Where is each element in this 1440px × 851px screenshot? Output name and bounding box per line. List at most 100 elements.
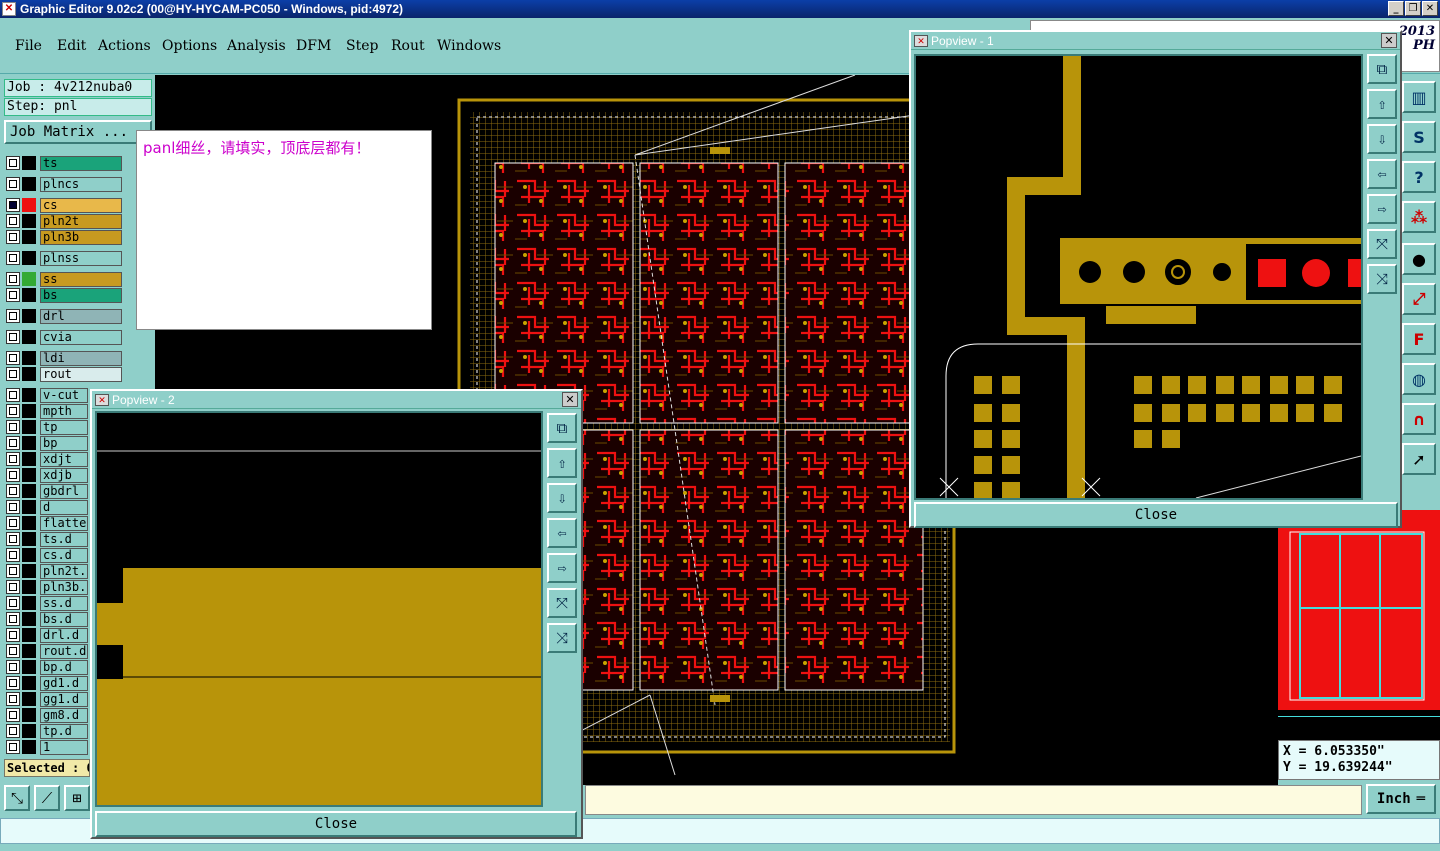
layer-checkbox[interactable] — [6, 351, 20, 365]
pan-right-icon[interactable]: ⇨ — [547, 553, 577, 583]
layer-checkbox[interactable] — [6, 436, 20, 450]
layer-checkbox[interactable] — [6, 288, 20, 302]
menu-edit[interactable]: Edit — [57, 38, 86, 54]
command-input[interactable] — [585, 785, 1362, 815]
menu-analysis[interactable]: Analysis — [227, 38, 286, 54]
pan-down-icon[interactable]: ⇩ — [1367, 124, 1397, 154]
job-matrix-button[interactable]: Job Matrix ... — [4, 120, 152, 144]
layer-row[interactable]: cvia — [6, 329, 122, 345]
layer-row[interactable]: pln3b.d — [6, 579, 88, 595]
layer-row[interactable]: gbdrl — [6, 483, 88, 499]
layer-checkbox[interactable] — [6, 692, 20, 706]
restore-button[interactable]: ❐ — [1405, 1, 1421, 16]
layer-row[interactable]: plnss — [6, 250, 122, 266]
pan-up-icon[interactable]: ⇧ — [1367, 89, 1397, 119]
arc-icon[interactable]: ∩ — [1402, 403, 1436, 435]
zoom-window-icon[interactable]: ⧉ — [1367, 54, 1397, 84]
layer-row[interactable]: tp.d — [6, 723, 88, 739]
layer-checkbox[interactable] — [6, 548, 20, 562]
pan-down-icon[interactable]: ⇩ — [547, 483, 577, 513]
popview-1-close-icon[interactable]: ✕ — [1381, 33, 1397, 48]
pan-left-icon[interactable]: ⇦ — [547, 518, 577, 548]
pan-left-icon[interactable]: ⇦ — [1367, 159, 1397, 189]
zoom-in-icon[interactable]: ⤧ — [1367, 229, 1397, 259]
layer-row[interactable]: mpth — [6, 403, 88, 419]
layer-row[interactable]: d — [6, 499, 88, 515]
layer-row[interactable]: bp.d — [6, 659, 88, 675]
layer-row[interactable]: gd1.d — [6, 675, 88, 691]
menu-options[interactable]: Options — [162, 38, 217, 54]
close-window-button[interactable]: ✕ — [1422, 1, 1438, 16]
layer-checkbox[interactable] — [6, 367, 20, 381]
popview-1-close-button[interactable]: Close — [914, 502, 1398, 528]
layer-checkbox[interactable] — [6, 740, 20, 754]
layer-row[interactable]: pln2t.d — [6, 563, 88, 579]
layer-row[interactable]: bs.d — [6, 611, 88, 627]
menu-actions[interactable]: Actions — [98, 38, 151, 54]
layer-row[interactable]: bs — [6, 287, 122, 303]
minimap[interactable] — [1278, 510, 1440, 740]
minimize-button[interactable]: _ — [1388, 1, 1404, 16]
layer-row[interactable]: plncs — [6, 176, 122, 192]
layer-checkbox[interactable] — [6, 724, 20, 738]
layer-checkbox[interactable] — [6, 660, 20, 674]
layer-row[interactable]: ts.d — [6, 531, 88, 547]
menu-dfm[interactable]: DFM — [296, 38, 331, 54]
layer-row[interactable]: xdjt — [6, 451, 88, 467]
layer-checkbox[interactable] — [6, 330, 20, 344]
layer-checkbox[interactable] — [6, 420, 20, 434]
layer-row[interactable]: gm8.d — [6, 707, 88, 723]
popview-1-canvas[interactable] — [914, 54, 1363, 500]
layer-row[interactable]: pln3b — [6, 229, 122, 245]
layer-checkbox[interactable] — [6, 198, 20, 212]
layer-checkbox[interactable] — [6, 564, 20, 578]
layer-row[interactable]: v-cut — [6, 387, 88, 403]
route-icon[interactable]: ⤢ — [1402, 283, 1436, 315]
layer-row[interactable]: ldi — [6, 350, 122, 366]
layer-checkbox[interactable] — [6, 404, 20, 418]
select-icon[interactable]: ➚ — [1402, 443, 1436, 475]
layer-row[interactable]: tp — [6, 419, 88, 435]
layer-row[interactable]: rout.d — [6, 643, 88, 659]
layer-checkbox[interactable] — [6, 214, 20, 228]
shapes-icon[interactable]: ◍ — [1402, 363, 1436, 395]
layer-row[interactable]: gg1.d — [6, 691, 88, 707]
zoom-area-icon[interactable]: ⤡ — [4, 785, 30, 811]
layer-checkbox[interactable] — [6, 532, 20, 546]
layer-row[interactable]: ts — [6, 155, 122, 171]
note-box[interactable]: panl细丝，请填实，顶底层都有！ — [136, 130, 432, 330]
pan-right-icon[interactable]: ⇨ — [1367, 194, 1397, 224]
menu-step[interactable]: Step — [346, 38, 378, 54]
layer-row[interactable]: xdjb — [6, 467, 88, 483]
measure-icon[interactable]: ⟋ — [34, 785, 60, 811]
popview-2-titlebar[interactable]: ✕ Popview - 2 ✕ — [92, 391, 581, 409]
layer-row[interactable]: bp — [6, 435, 88, 451]
layer-checkbox[interactable] — [6, 251, 20, 265]
layer-row[interactable]: 1 — [6, 739, 88, 755]
layer-checkbox[interactable] — [6, 580, 20, 594]
layer-row[interactable]: flatten — [6, 515, 88, 531]
step-icon[interactable]: S — [1402, 121, 1436, 153]
layer-checkbox[interactable] — [6, 676, 20, 690]
layer-checkbox[interactable] — [6, 596, 20, 610]
layer-checkbox[interactable] — [6, 644, 20, 658]
layer-checkbox[interactable] — [6, 628, 20, 642]
layer-checkbox[interactable] — [6, 484, 20, 498]
drc-icon[interactable]: ⁂ — [1402, 201, 1436, 233]
help-icon[interactable]: ? — [1402, 161, 1436, 193]
zoom-in-icon[interactable]: ⤧ — [547, 588, 577, 618]
split-view-icon[interactable]: ▥ — [1402, 81, 1436, 113]
layer-checkbox[interactable] — [6, 272, 20, 286]
layer-checkbox[interactable] — [6, 230, 20, 244]
layer-row[interactable]: cs — [6, 197, 122, 213]
zoom-window-icon[interactable]: ⧉ — [547, 413, 577, 443]
layer-checkbox[interactable] — [6, 388, 20, 402]
layer-row[interactable]: ss — [6, 271, 122, 287]
popview-2-canvas[interactable] — [95, 411, 543, 807]
layer-row[interactable]: drl.d — [6, 627, 88, 643]
layer-checkbox[interactable] — [6, 177, 20, 191]
layer-row[interactable]: cs.d — [6, 547, 88, 563]
grid-icon[interactable]: ⊞ — [64, 785, 90, 811]
feature-icon[interactable]: F — [1402, 323, 1436, 355]
zoom-out-icon[interactable]: ⤨ — [547, 623, 577, 653]
